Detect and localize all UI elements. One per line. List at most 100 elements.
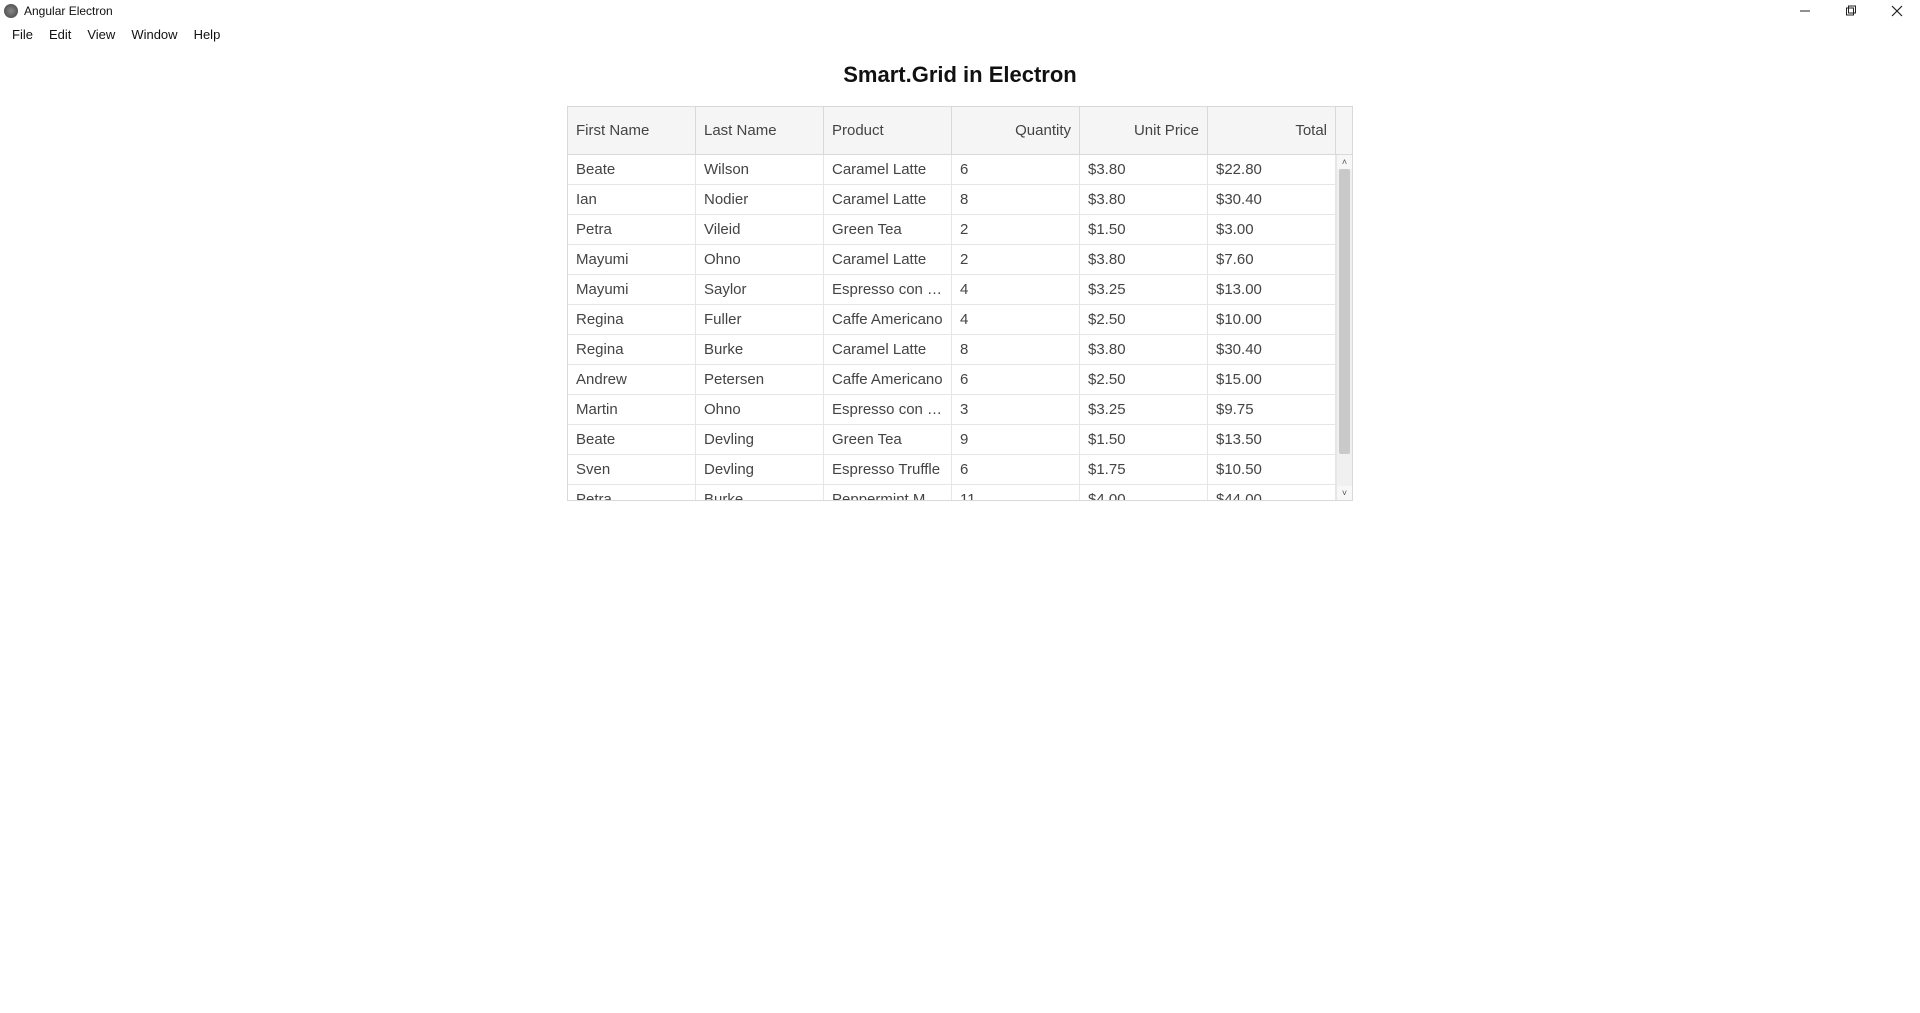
cell-unit-price: $3.80 — [1080, 155, 1208, 184]
table-row[interactable]: ReginaBurkeCaramel Latte8$3.80$30.40 — [568, 335, 1336, 365]
minimize-button[interactable] — [1782, 0, 1828, 22]
cell-quantity: 8 — [952, 185, 1080, 214]
cell-last-name: Nodier — [696, 185, 824, 214]
cell-unit-price: $3.25 — [1080, 275, 1208, 304]
table-row[interactable]: IanNodierCaramel Latte8$3.80$30.40 — [568, 185, 1336, 215]
cell-product: Green Tea — [824, 425, 952, 454]
cell-last-name: Devling — [696, 455, 824, 484]
cell-total: $10.50 — [1208, 455, 1336, 484]
scrollbar-track[interactable] — [1337, 169, 1352, 486]
table-row[interactable]: SvenDevlingEspresso Truffle6$1.75$10.50 — [568, 455, 1336, 485]
menu-window[interactable]: Window — [123, 25, 185, 44]
cell-unit-price: $1.50 — [1080, 215, 1208, 244]
col-header-last-name[interactable]: Last Name — [696, 107, 824, 154]
cell-first-name: Beate — [568, 425, 696, 454]
cell-last-name: Ohno — [696, 395, 824, 424]
cell-last-name: Wilson — [696, 155, 824, 184]
cell-quantity: 11 — [952, 485, 1080, 500]
menu-help[interactable]: Help — [186, 25, 229, 44]
cell-total: $10.00 — [1208, 305, 1336, 334]
cell-quantity: 6 — [952, 365, 1080, 394]
data-grid: First Name Last Name Product Quantity Un… — [567, 106, 1353, 501]
cell-quantity: 2 — [952, 215, 1080, 244]
page-title: Smart.Grid in Electron — [0, 62, 1920, 88]
maximize-icon — [1845, 5, 1857, 17]
grid-vertical-scrollbar[interactable]: ˄ ˅ — [1336, 155, 1352, 500]
table-row[interactable]: PetraVileidGreen Tea2$1.50$3.00 — [568, 215, 1336, 245]
cell-product: Caramel Latte — [824, 335, 952, 364]
cell-total: $30.40 — [1208, 185, 1336, 214]
col-header-unit-price[interactable]: Unit Price — [1080, 107, 1208, 154]
cell-first-name: Mayumi — [568, 275, 696, 304]
scrollbar-thumb[interactable] — [1339, 169, 1350, 454]
cell-total: $44.00 — [1208, 485, 1336, 500]
maximize-button[interactable] — [1828, 0, 1874, 22]
table-row[interactable]: BeateDevlingGreen Tea9$1.50$13.50 — [568, 425, 1336, 455]
cell-quantity: 3 — [952, 395, 1080, 424]
table-row[interactable]: MayumiOhnoCaramel Latte2$3.80$7.60 — [568, 245, 1336, 275]
window-controls — [1782, 0, 1920, 22]
cell-total: $30.40 — [1208, 335, 1336, 364]
menu-file[interactable]: File — [4, 25, 41, 44]
menu-edit[interactable]: Edit — [41, 25, 79, 44]
cell-last-name: Ohno — [696, 245, 824, 274]
col-header-product[interactable]: Product — [824, 107, 952, 154]
col-header-first-name[interactable]: First Name — [568, 107, 696, 154]
cell-unit-price: $3.80 — [1080, 245, 1208, 274]
cell-quantity: 6 — [952, 155, 1080, 184]
cell-unit-price: $2.50 — [1080, 305, 1208, 334]
cell-quantity: 6 — [952, 455, 1080, 484]
cell-first-name: Regina — [568, 305, 696, 334]
table-row[interactable]: AndrewPetersenCaffe Americano6$2.50$15.0… — [568, 365, 1336, 395]
grid-body: BeateWilsonCaramel Latte6$3.80$22.80IanN… — [568, 155, 1352, 500]
blank-space — [0, 501, 1920, 1013]
cell-product: Caffe Americano — [824, 305, 952, 334]
cell-quantity: 8 — [952, 335, 1080, 364]
col-header-total[interactable]: Total — [1208, 107, 1336, 154]
cell-quantity: 9 — [952, 425, 1080, 454]
cell-last-name: Devling — [696, 425, 824, 454]
col-header-scroll-gutter — [1336, 107, 1352, 154]
cell-total: $22.80 — [1208, 155, 1336, 184]
table-row[interactable]: BeateWilsonCaramel Latte6$3.80$22.80 — [568, 155, 1336, 185]
cell-first-name: Martin — [568, 395, 696, 424]
cell-unit-price: $1.50 — [1080, 425, 1208, 454]
cell-total: $3.00 — [1208, 215, 1336, 244]
menu-view[interactable]: View — [79, 25, 123, 44]
cell-unit-price: $3.80 — [1080, 335, 1208, 364]
scroll-down-arrow-icon[interactable]: ˅ — [1337, 486, 1352, 500]
minimize-icon — [1799, 5, 1811, 17]
scroll-up-arrow-icon[interactable]: ˄ — [1337, 155, 1352, 169]
table-row[interactable]: PetraBurkePeppermint Mocha Twist11$4.00$… — [568, 485, 1336, 500]
content-viewport[interactable]: Smart.Grid in Electron First Name Last N… — [0, 46, 1920, 1013]
cell-first-name: Petra — [568, 215, 696, 244]
cell-product: Espresso con Panna — [824, 395, 952, 424]
cell-last-name: Vileid — [696, 215, 824, 244]
cell-product: Caramel Latte — [824, 155, 952, 184]
cell-total: $13.00 — [1208, 275, 1336, 304]
cell-total: $15.00 — [1208, 365, 1336, 394]
cell-product: Peppermint Mocha Twist — [824, 485, 952, 500]
cell-last-name: Petersen — [696, 365, 824, 394]
cell-product: Espresso Truffle — [824, 455, 952, 484]
cell-last-name: Saylor — [696, 275, 824, 304]
menubar: File Edit View Window Help — [0, 22, 1920, 46]
window-title: Angular Electron — [24, 4, 113, 18]
cell-first-name: Beate — [568, 155, 696, 184]
cell-product: Green Tea — [824, 215, 952, 244]
cell-last-name: Fuller — [696, 305, 824, 334]
cell-unit-price: $1.75 — [1080, 455, 1208, 484]
cell-unit-price: $3.80 — [1080, 185, 1208, 214]
grid-header-row: First Name Last Name Product Quantity Un… — [568, 107, 1352, 155]
cell-first-name: Ian — [568, 185, 696, 214]
close-button[interactable] — [1874, 0, 1920, 22]
table-row[interactable]: MartinOhnoEspresso con Panna3$3.25$9.75 — [568, 395, 1336, 425]
app-icon — [4, 4, 18, 18]
col-header-quantity[interactable]: Quantity — [952, 107, 1080, 154]
cell-first-name: Andrew — [568, 365, 696, 394]
cell-first-name: Petra — [568, 485, 696, 500]
cell-last-name: Burke — [696, 335, 824, 364]
cell-product: Caffe Americano — [824, 365, 952, 394]
table-row[interactable]: MayumiSaylorEspresso con Panna4$3.25$13.… — [568, 275, 1336, 305]
table-row[interactable]: ReginaFullerCaffe Americano4$2.50$10.00 — [568, 305, 1336, 335]
